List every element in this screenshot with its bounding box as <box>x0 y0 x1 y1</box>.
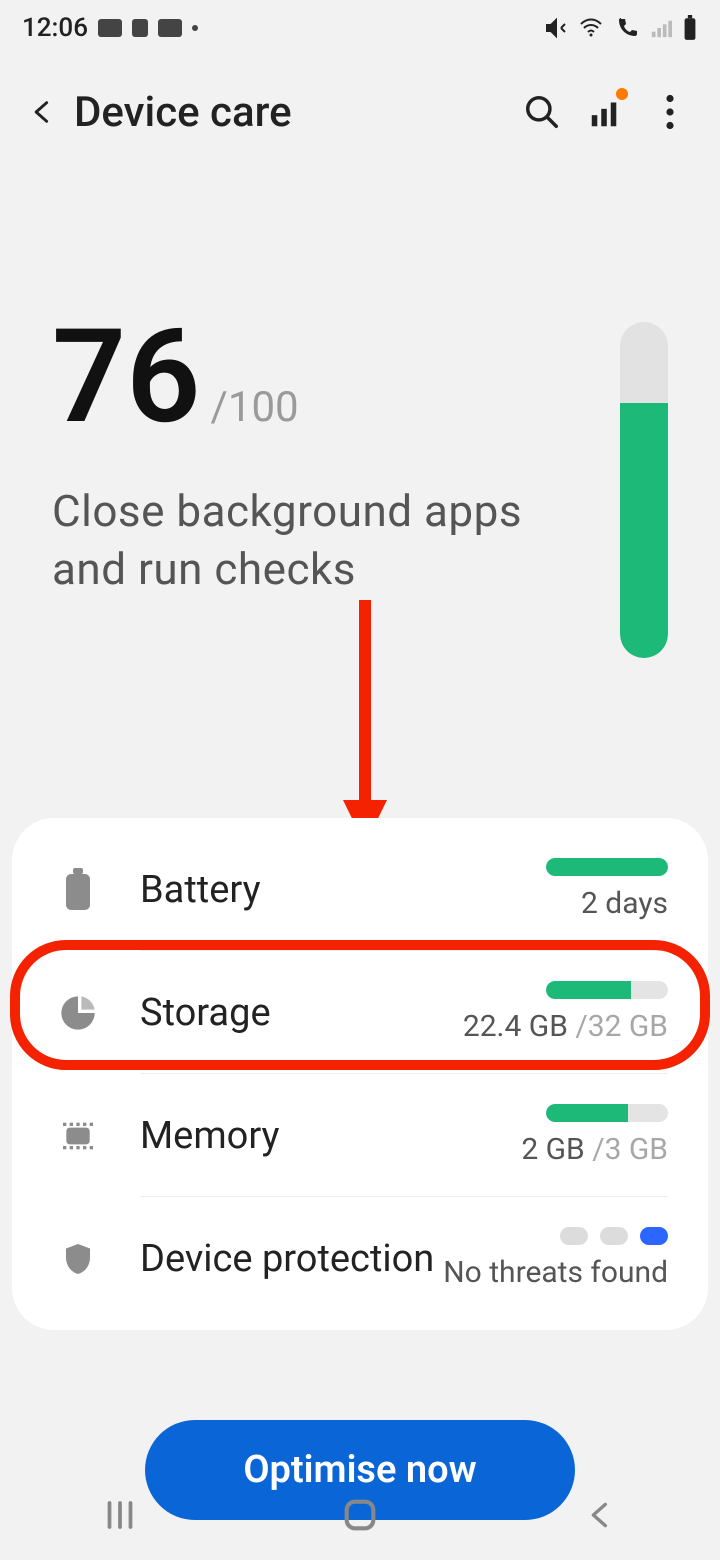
row-memory[interactable]: Memory 2 GB /3 GB <box>12 1074 708 1197</box>
storage-icon <box>58 993 98 1033</box>
status-icon-mail <box>158 19 182 37</box>
nav-home[interactable] <box>300 1485 420 1545</box>
protection-dots <box>560 1227 668 1245</box>
memory-sub: 2 GB /3 GB <box>521 1132 668 1167</box>
more-button[interactable] <box>638 80 702 144</box>
row-storage[interactable]: Storage 22.4 GB /32 GB <box>12 951 708 1074</box>
recents-icon <box>102 1497 138 1533</box>
back-button[interactable] <box>18 88 66 136</box>
battery-sub: 2 days <box>581 886 668 921</box>
storage-bar <box>546 981 668 999</box>
memory-icon <box>58 1116 98 1156</box>
battery-icon <box>682 15 698 41</box>
protection-label: Device protection <box>140 1237 434 1281</box>
status-more-dot <box>192 25 198 31</box>
nav-recents[interactable] <box>60 1485 180 1545</box>
shield-icon <box>60 1238 96 1280</box>
signal-icon <box>650 16 672 40</box>
score-value: 76 <box>52 312 201 442</box>
search-icon <box>523 93 561 131</box>
status-time: 12:06 <box>22 13 88 43</box>
memory-label: Memory <box>140 1114 280 1158</box>
battery-icon <box>63 868 93 912</box>
mute-icon <box>544 16 568 40</box>
status-left: 12:06 <box>22 13 198 43</box>
chevron-left-icon <box>28 92 56 132</box>
search-button[interactable] <box>510 80 574 144</box>
status-icon-sd <box>132 19 148 37</box>
score-max: /100 <box>211 383 299 432</box>
page-title: Device care <box>74 88 292 137</box>
memory-bar <box>546 1104 668 1122</box>
more-vertical-icon <box>665 94 675 130</box>
app-bar: Device care <box>0 56 720 162</box>
back-icon <box>584 1497 616 1533</box>
row-protection[interactable]: Device protection No threats found <box>12 1197 708 1320</box>
wifi-calling-icon <box>614 16 640 40</box>
storage-label: Storage <box>140 991 271 1035</box>
row-battery[interactable]: Battery 2 days <box>12 828 708 951</box>
score-bar-fill <box>620 403 668 658</box>
score-section: 76 /100 Close background apps and run ch… <box>0 162 720 698</box>
data-usage-button[interactable] <box>574 80 638 144</box>
status-right <box>544 15 698 41</box>
device-card: Battery 2 days Storage 22.4 GB /32 GB Me… <box>12 818 708 1330</box>
status-bar: 12:06 <box>0 0 720 56</box>
protection-sub: No threats found <box>443 1255 668 1290</box>
battery-bar <box>546 858 668 876</box>
home-icon <box>340 1495 380 1535</box>
storage-sub: 22.4 GB /32 GB <box>463 1009 668 1044</box>
battery-label: Battery <box>140 868 261 912</box>
notification-dot <box>616 88 628 100</box>
system-nav-bar <box>0 1470 720 1560</box>
wifi-icon <box>578 16 604 40</box>
nav-back[interactable] <box>540 1485 660 1545</box>
score-bar <box>620 322 668 658</box>
status-icon-vpn <box>98 19 122 37</box>
score-message: Close background apps and run checks <box>52 482 572 598</box>
